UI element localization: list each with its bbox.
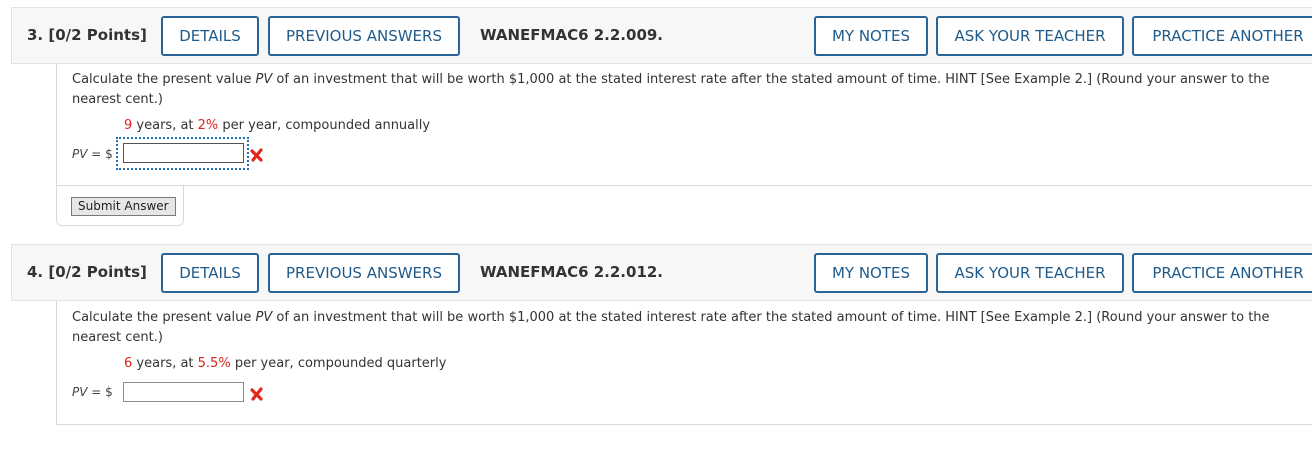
pv-answer-input[interactable] [123,143,244,163]
details-button[interactable]: DETAILS [161,16,259,56]
rate-value: 2% [197,118,219,133]
question-body: Calculate the present value PV of an inv… [56,301,1312,425]
pv-answer-label: PV = $ [72,385,113,399]
question-code: WANEFMAC6 2.2.012. [480,263,664,281]
my-notes-button[interactable]: MY NOTES [814,16,928,56]
practice-another-button[interactable]: PRACTICE ANOTHER [1132,253,1312,293]
question-prompt: Calculate the present value PV of an inv… [72,310,1270,345]
pv-symbol: PV [255,72,273,87]
ask-your-teacher-button[interactable]: ASK YOUR TEACHER [936,16,1124,56]
question-prompt: Calculate the present value PV of an inv… [72,72,1270,107]
practice-another-button[interactable]: PRACTICE ANOTHER [1132,16,1312,56]
ask-your-teacher-button[interactable]: ASK YOUR TEACHER [936,253,1124,293]
details-button[interactable]: DETAILS [161,253,259,293]
question-body: Calculate the present value PV of an inv… [56,64,1312,186]
previous-answers-button[interactable]: PREVIOUS ANSWERS [268,253,460,293]
pv-answer-input[interactable] [123,382,244,402]
question-points: 3. [0/2 Points] [27,26,147,44]
given-conditions: 6 years, at 5.5% per year, compounded qu… [124,356,447,371]
my-notes-button[interactable]: MY NOTES [814,253,928,293]
rate-value: 5.5% [197,356,231,371]
pv-answer-label: PV = $ [72,147,113,161]
pv-symbol: PV [255,310,273,325]
incorrect-x-icon [250,387,263,401]
question-header: 4. [0/2 Points] DETAILS PREVIOUS ANSWERS… [11,244,1312,301]
incorrect-x-icon [250,148,263,162]
question-points: 4. [0/2 Points] [27,263,147,281]
question-header: 3. [0/2 Points] DETAILS PREVIOUS ANSWERS… [11,7,1312,64]
given-conditions: 9 years, at 2% per year, compounded annu… [124,118,431,133]
submit-answer-button[interactable]: Submit Answer [71,197,176,216]
previous-answers-button[interactable]: PREVIOUS ANSWERS [268,16,460,56]
question-code: WANEFMAC6 2.2.009. [480,26,664,44]
submit-tab: Submit Answer [56,186,184,226]
